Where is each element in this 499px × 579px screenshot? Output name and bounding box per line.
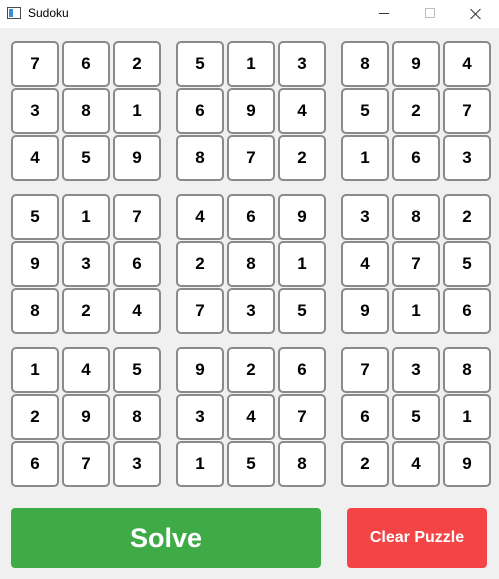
close-button[interactable] <box>453 0 499 28</box>
sudoku-cell-r9c8[interactable]: 4 <box>392 441 440 487</box>
maximize-icon <box>425 8 435 18</box>
sudoku-cell-r8c2[interactable]: 9 <box>62 394 110 440</box>
solve-button[interactable]: Solve <box>11 508 321 568</box>
sudoku-cell-r7c1[interactable]: 1 <box>11 347 59 393</box>
sudoku-cell-r7c3[interactable]: 5 <box>113 347 161 393</box>
sudoku-cell-r6c2[interactable]: 2 <box>62 288 110 334</box>
sudoku-cell-r1c7[interactable]: 8 <box>341 41 389 87</box>
sudoku-cell-r1c9[interactable]: 4 <box>443 41 491 87</box>
sudoku-cell-r3c7[interactable]: 1 <box>341 135 389 181</box>
sudoku-cell-r9c4[interactable]: 1 <box>176 441 224 487</box>
title-bar: Sudoku <box>0 0 499 28</box>
sudoku-cell-r8c3[interactable]: 8 <box>113 394 161 440</box>
sudoku-cell-r6c5[interactable]: 3 <box>227 288 275 334</box>
sudoku-cell-r5c8[interactable]: 7 <box>392 241 440 287</box>
sudoku-cell-r1c2[interactable]: 6 <box>62 41 110 87</box>
sudoku-cell-r9c3[interactable]: 3 <box>113 441 161 487</box>
sudoku-cell-r3c8[interactable]: 6 <box>392 135 440 181</box>
sudoku-cell-r9c9[interactable]: 9 <box>443 441 491 487</box>
sudoku-cell-r3c2[interactable]: 5 <box>62 135 110 181</box>
sudoku-cell-r8c7[interactable]: 6 <box>341 394 389 440</box>
sudoku-cell-r1c6[interactable]: 3 <box>278 41 326 87</box>
sudoku-cell-r5c6[interactable]: 1 <box>278 241 326 287</box>
minimize-button[interactable] <box>361 0 407 28</box>
sudoku-cell-r5c7[interactable]: 4 <box>341 241 389 287</box>
sudoku-cell-r8c9[interactable]: 1 <box>443 394 491 440</box>
window-title: Sudoku <box>28 6 69 20</box>
sudoku-cell-r6c9[interactable]: 6 <box>443 288 491 334</box>
maximize-button <box>407 0 453 28</box>
sudoku-cell-r5c1[interactable]: 9 <box>11 241 59 287</box>
sudoku-cell-r7c5[interactable]: 2 <box>227 347 275 393</box>
sudoku-cell-r8c5[interactable]: 4 <box>227 394 275 440</box>
sudoku-cell-r9c6[interactable]: 8 <box>278 441 326 487</box>
sudoku-cell-r5c4[interactable]: 2 <box>176 241 224 287</box>
sudoku-cell-r9c2[interactable]: 7 <box>62 441 110 487</box>
sudoku-cell-r5c2[interactable]: 3 <box>62 241 110 287</box>
sudoku-cell-r7c7[interactable]: 7 <box>341 347 389 393</box>
sudoku-cell-r1c1[interactable]: 7 <box>11 41 59 87</box>
sudoku-cell-r7c8[interactable]: 3 <box>392 347 440 393</box>
sudoku-cell-r6c3[interactable]: 4 <box>113 288 161 334</box>
sudoku-cell-r7c2[interactable]: 4 <box>62 347 110 393</box>
sudoku-cell-r8c1[interactable]: 2 <box>11 394 59 440</box>
sudoku-cell-r4c2[interactable]: 1 <box>62 194 110 240</box>
sudoku-cell-r1c8[interactable]: 9 <box>392 41 440 87</box>
sudoku-cell-r5c5[interactable]: 8 <box>227 241 275 287</box>
sudoku-cell-r8c8[interactable]: 5 <box>392 394 440 440</box>
close-icon <box>470 8 482 20</box>
sudoku-cell-r4c5[interactable]: 6 <box>227 194 275 240</box>
sudoku-cell-r4c1[interactable]: 5 <box>11 194 59 240</box>
sudoku-cell-r6c7[interactable]: 9 <box>341 288 389 334</box>
sudoku-cell-r9c5[interactable]: 5 <box>227 441 275 487</box>
sudoku-cell-r6c4[interactable]: 7 <box>176 288 224 334</box>
sudoku-cell-r2c9[interactable]: 7 <box>443 88 491 134</box>
sudoku-cell-r7c9[interactable]: 8 <box>443 347 491 393</box>
sudoku-cell-r2c7[interactable]: 5 <box>341 88 389 134</box>
sudoku-cell-r7c6[interactable]: 6 <box>278 347 326 393</box>
sudoku-cell-r3c9[interactable]: 3 <box>443 135 491 181</box>
sudoku-cell-r5c9[interactable]: 5 <box>443 241 491 287</box>
sudoku-cell-r7c4[interactable]: 9 <box>176 347 224 393</box>
sudoku-cell-r8c4[interactable]: 3 <box>176 394 224 440</box>
sudoku-cell-r4c3[interactable]: 7 <box>113 194 161 240</box>
sudoku-cell-r4c4[interactable]: 4 <box>176 194 224 240</box>
sudoku-cell-r3c4[interactable]: 8 <box>176 135 224 181</box>
sudoku-cell-r4c9[interactable]: 2 <box>443 194 491 240</box>
sudoku-cell-r2c4[interactable]: 6 <box>176 88 224 134</box>
sudoku-cell-r5c3[interactable]: 6 <box>113 241 161 287</box>
sudoku-cell-r6c1[interactable]: 8 <box>11 288 59 334</box>
sudoku-cell-r2c3[interactable]: 1 <box>113 88 161 134</box>
sudoku-cell-r6c6[interactable]: 5 <box>278 288 326 334</box>
clear-puzzle-button[interactable]: Clear Puzzle <box>347 508 487 568</box>
sudoku-cell-r4c8[interactable]: 8 <box>392 194 440 240</box>
sudoku-cell-r2c6[interactable]: 4 <box>278 88 326 134</box>
sudoku-cell-r4c7[interactable]: 3 <box>341 194 389 240</box>
sudoku-cell-r3c5[interactable]: 7 <box>227 135 275 181</box>
sudoku-cell-r2c8[interactable]: 2 <box>392 88 440 134</box>
sudoku-cell-r8c6[interactable]: 7 <box>278 394 326 440</box>
sudoku-window: Sudoku 762513894381694527459872163517469… <box>0 0 499 579</box>
sudoku-cell-r3c3[interactable]: 9 <box>113 135 161 181</box>
window-app-icon <box>7 7 21 19</box>
sudoku-cell-r2c5[interactable]: 9 <box>227 88 275 134</box>
sudoku-cell-r9c7[interactable]: 2 <box>341 441 389 487</box>
sudoku-cell-r6c8[interactable]: 1 <box>392 288 440 334</box>
sudoku-cell-r1c3[interactable]: 2 <box>113 41 161 87</box>
sudoku-cell-r3c1[interactable]: 4 <box>11 135 59 181</box>
sudoku-cell-r4c6[interactable]: 9 <box>278 194 326 240</box>
sudoku-cell-r3c6[interactable]: 2 <box>278 135 326 181</box>
sudoku-cell-r2c1[interactable]: 3 <box>11 88 59 134</box>
sudoku-cell-r1c5[interactable]: 1 <box>227 41 275 87</box>
sudoku-cell-r2c2[interactable]: 8 <box>62 88 110 134</box>
minimize-icon <box>379 13 389 14</box>
sudoku-cell-r9c1[interactable]: 6 <box>11 441 59 487</box>
sudoku-cell-r1c4[interactable]: 5 <box>176 41 224 87</box>
